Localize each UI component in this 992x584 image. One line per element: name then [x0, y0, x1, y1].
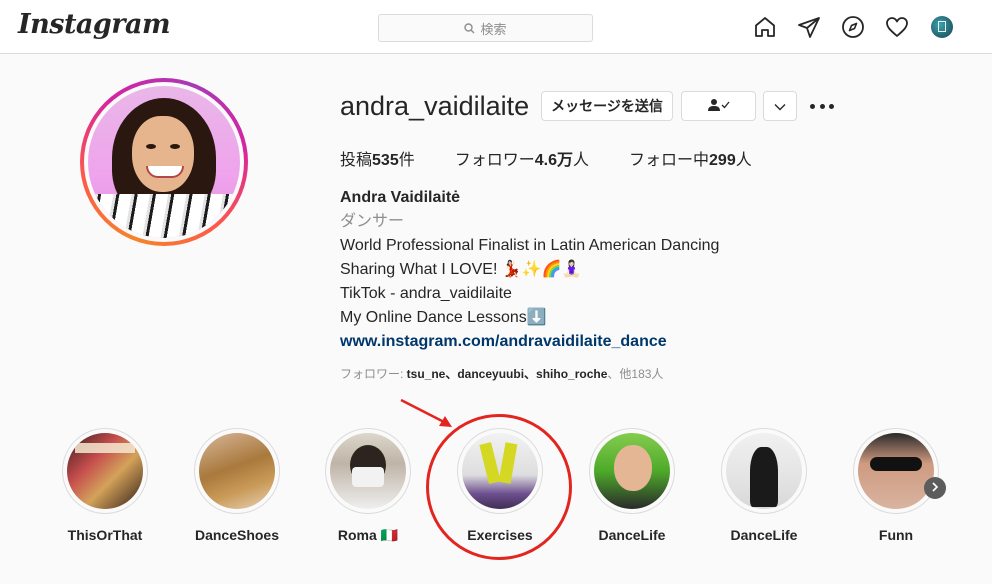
suggested-accounts-dropdown[interactable] — [763, 91, 797, 121]
highlight-cover — [726, 433, 802, 509]
direct-message-icon[interactable] — [797, 15, 821, 39]
bio-line: My Online Dance Lessons⬇️ — [340, 309, 547, 326]
home-icon[interactable] — [753, 15, 777, 39]
top-navigation-bar: Instagram 検索 — [0, 0, 992, 54]
following-button[interactable] — [681, 91, 756, 121]
followed-by-text[interactable]: フォロワー: tsu_ne、danceyuubi、shiho_roche、他18… — [340, 365, 663, 382]
instagram-logo[interactable]: Instagram — [18, 9, 171, 40]
search-icon — [464, 22, 475, 34]
highlights-next-button[interactable] — [924, 477, 946, 499]
story-highlight[interactable]: ThisOrThat — [55, 428, 155, 543]
highlight-label: DanceLife — [730, 527, 798, 543]
explore-compass-icon[interactable] — [841, 15, 865, 39]
posts-count: 投稿535件 — [340, 152, 415, 169]
story-highlight[interactable]: DanceShoes — [187, 428, 287, 543]
highlight-cover — [199, 433, 275, 509]
profile-picture[interactable] — [80, 78, 248, 246]
chevron-down-icon — [774, 98, 786, 114]
bio-line: TikTok - andra_vaidilaite — [340, 285, 512, 302]
profile-photo — [88, 86, 240, 238]
heart-icon[interactable] — [885, 15, 909, 39]
profile-username: andra_vaidilaite — [340, 91, 530, 121]
highlight-cover — [594, 433, 670, 509]
story-highlight[interactable]: DanceLife — [714, 428, 814, 543]
account-avatar[interactable] — [931, 16, 953, 38]
message-button[interactable]: メッセージを送信 — [541, 91, 673, 121]
bio-line: Sharing What I LOVE! 💃🏻✨🌈🧘🏻‍♀️ — [340, 261, 582, 278]
search-placeholder: 検索 — [480, 21, 507, 37]
story-highlight[interactable]: DanceLife — [582, 428, 682, 543]
highlight-cover — [330, 433, 406, 509]
highlight-cover — [858, 433, 934, 509]
profile-bio: Andra Vaidilaitė ダンサー World Professional… — [340, 186, 719, 354]
highlight-label: DanceLife — [598, 527, 666, 543]
highlight-label: DanceShoes — [194, 527, 280, 543]
following-count[interactable]: フォロー中299人 — [629, 146, 752, 170]
profile-stats: 投稿535件 フォロワー4.6万人 フォロー中299人 — [340, 146, 792, 170]
more-options-icon[interactable] — [810, 97, 834, 115]
followers-count[interactable]: フォロワー4.6万人 — [455, 146, 589, 170]
bio-website-link[interactable]: www.instagram.com/andravaidilaite_dance — [340, 330, 719, 354]
bio-line: World Professional Finalist in Latin Ame… — [340, 237, 720, 254]
highlight-label: Funn — [878, 527, 914, 543]
highlight-label: ThisOrThat — [67, 527, 143, 543]
category-label: ダンサー — [340, 213, 405, 230]
chevron-right-icon — [931, 479, 939, 497]
full-name: Andra Vaidilaitė — [340, 189, 461, 206]
search-input[interactable]: 検索 — [378, 14, 593, 42]
annotation-arrow-icon — [400, 398, 452, 427]
user-check-icon — [707, 98, 731, 115]
highlight-cover — [67, 433, 143, 509]
story-highlight[interactable]: Roma 🇮🇹 — [318, 428, 418, 544]
highlight-label: Roma 🇮🇹 — [337, 527, 399, 543]
